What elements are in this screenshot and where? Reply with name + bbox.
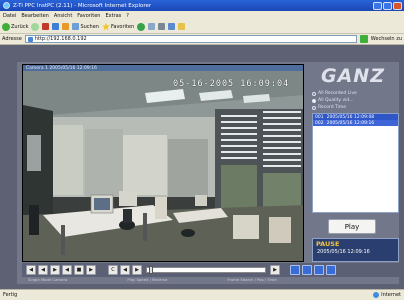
window-titlebar: Z-Ti PPC InstPC (2.11) - Microsoft Inter… <box>0 0 404 11</box>
play-forward-button[interactable]: ▶ <box>50 265 60 275</box>
links-area[interactable]: Wechseln zu <box>371 36 402 42</box>
menu-help[interactable]: ? <box>126 13 129 19</box>
radio-icon <box>312 91 316 96</box>
view-mode-button-2[interactable] <box>302 265 312 275</box>
window-title: Z-Ti PPC InstPC (2.11) - Microsoft Inter… <box>13 2 152 9</box>
step-back-button[interactable]: ◀ <box>62 265 72 275</box>
minimize-button[interactable] <box>373 1 382 10</box>
browser-statusbar: Fertig Internet <box>0 289 404 300</box>
radio-selected-icon <box>312 98 316 103</box>
home-icon[interactable] <box>62 23 70 30</box>
security-zone: Internet <box>373 292 401 298</box>
playback-controls: ◀ ◀ ▶ ◀ ■ ▶ C ◀ ▶ ▶ <box>22 263 399 277</box>
control-label: Play Speed / Reverse <box>127 277 168 282</box>
back-arrow-icon <box>2 22 10 31</box>
radio-icon <box>312 105 316 110</box>
slider-thumb[interactable] <box>149 266 153 274</box>
star-icon <box>101 22 110 31</box>
option-quality[interactable]: All Quality vid... <box>312 97 400 104</box>
control-label: Frame Search / Pos / Time <box>227 277 277 282</box>
timeline-slider[interactable] <box>146 266 266 274</box>
option-label: Record Time <box>318 105 346 110</box>
camera-video[interactable]: Camera 1 2005/05/16 12:09:16 05-16-2005 … <box>22 64 304 262</box>
media-icon[interactable] <box>137 22 146 31</box>
refresh-icon[interactable] <box>52 23 60 30</box>
browser-toolbar: Zurück Suchen Favoriten <box>0 20 404 34</box>
back-label: Zurück <box>11 23 29 30</box>
maximize-button[interactable] <box>383 1 392 10</box>
rewind-button[interactable]: ◀ <box>38 265 48 275</box>
view-mode-button-4[interactable] <box>326 265 336 275</box>
favorites-label: Favoriten <box>110 23 135 30</box>
globe-icon <box>373 292 380 298</box>
forward-button[interactable] <box>31 22 40 31</box>
view-mode-button-3[interactable] <box>314 265 324 275</box>
edit-icon[interactable] <box>168 23 176 30</box>
menu-extras[interactable]: Extras <box>105 13 121 19</box>
stop-button[interactable]: ■ <box>74 265 84 275</box>
stop-icon[interactable] <box>42 23 50 30</box>
recording-id: 002 <box>315 120 324 126</box>
back-button[interactable]: Zurück <box>2 22 28 32</box>
prev-frame-button[interactable]: ◀ <box>120 265 130 275</box>
status-text: Fertig <box>3 292 18 298</box>
menu-datei[interactable]: Datei <box>3 13 16 19</box>
folder-icon[interactable] <box>178 23 186 30</box>
address-label: Adresse <box>2 36 22 42</box>
office-scene-image <box>23 65 303 261</box>
view-mode-button-1[interactable] <box>290 265 300 275</box>
go-button[interactable] <box>359 35 368 43</box>
option-all-recorded[interactable]: All Recorded Live <box>312 90 400 97</box>
playback-datetime: 2005/05/16 12:09:16 <box>317 249 370 255</box>
slider-end-button[interactable]: ▶ <box>270 265 280 275</box>
recording-list[interactable]: 001 2005/05/16 12:09:08 002 2005/05/16 1… <box>312 113 399 213</box>
menu-favoriten[interactable]: Favoriten <box>77 13 100 19</box>
mode-options: All Recorded Live All Quality vid... Rec… <box>312 90 400 111</box>
favorites-button[interactable]: Favoriten <box>101 22 135 32</box>
zone-label: Internet <box>381 292 401 298</box>
address-input[interactable]: http://192.168.0.192 <box>24 35 357 43</box>
links-label: Wechseln zu <box>370 36 402 42</box>
close-button[interactable] <box>393 1 402 10</box>
search-label: Suchen <box>80 23 99 30</box>
play-button[interactable]: Play <box>328 219 376 234</box>
menu-bearbeiten[interactable]: Bearbeiten <box>21 13 48 19</box>
menu-ansicht[interactable]: Ansicht <box>54 13 72 19</box>
playback-state: PAUSE <box>316 240 340 248</box>
window-controls <box>373 1 404 10</box>
option-label: All Recorded Live <box>318 91 357 96</box>
video-header: Camera 1 2005/05/16 12:09:16 <box>23 65 303 71</box>
step-forward-button[interactable]: ▶ <box>86 265 96 275</box>
control-labels: Single Mode Camera Play Speed / Reverse … <box>28 277 398 283</box>
page-icon <box>27 36 33 42</box>
option-record-time[interactable]: Record Time <box>312 104 400 111</box>
ie-icon <box>3 2 10 9</box>
control-label: Single Mode Camera <box>28 277 68 282</box>
skip-start-button[interactable]: ◀ <box>26 265 36 275</box>
mail-icon[interactable] <box>148 23 156 30</box>
address-value: http://192.168.0.192 <box>34 36 87 42</box>
address-bar: Adresse http://192.168.0.192 Wechseln zu <box>0 34 404 45</box>
video-timestamp-overlay: 05-16-2005 16:09:04 <box>173 79 290 89</box>
search-button[interactable]: Suchen <box>72 22 99 32</box>
recording-id: 001 <box>315 114 324 120</box>
next-frame-button[interactable]: ▶ <box>132 265 142 275</box>
list-item[interactable]: 002 2005/05/16 12:09:16 <box>313 120 398 126</box>
camera-select-button[interactable]: C <box>108 265 118 275</box>
print-icon[interactable] <box>158 23 166 30</box>
recording-time: 2005/05/16 12:09:08 <box>326 114 375 120</box>
playback-status: PAUSE 2005/05/16 12:09:16 <box>312 238 399 262</box>
search-icon <box>72 23 80 30</box>
option-label: All Quality vid... <box>318 98 354 103</box>
recording-time: 2005/05/16 12:09:16 <box>326 120 375 126</box>
menu-bar: Datei Bearbeiten Ansicht Favoriten Extra… <box>0 11 404 20</box>
ganz-logo: GANZ <box>321 65 385 87</box>
